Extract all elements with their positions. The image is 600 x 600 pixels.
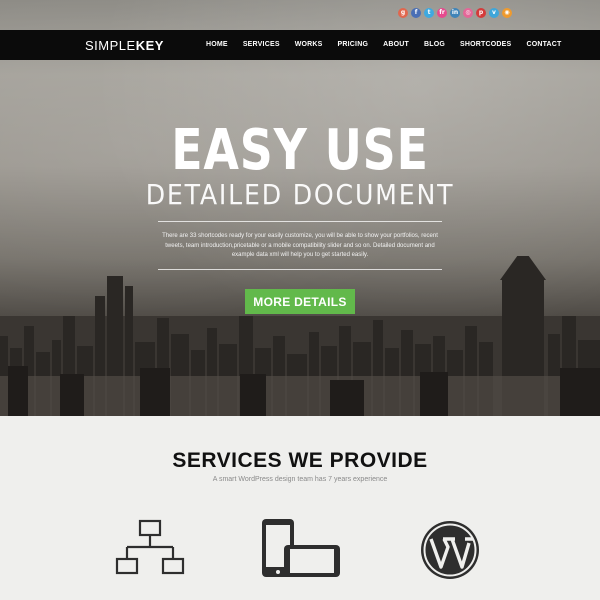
facebook-icon[interactable]: f bbox=[411, 8, 421, 18]
wordpress-icon bbox=[421, 521, 479, 579]
hero-description: There are 33 shortcodes ready for your e… bbox=[162, 233, 438, 258]
sitemap-icon bbox=[115, 519, 185, 575]
vimeo-icon[interactable]: v bbox=[489, 8, 499, 18]
services-title: SERVICES WE PROVIDE bbox=[172, 449, 428, 472]
nav-item-about[interactable]: ABOUT bbox=[383, 41, 409, 48]
logo-bold-text: KEY bbox=[135, 38, 164, 53]
nav-item-contact[interactable]: CONTACT bbox=[526, 41, 561, 48]
linkedin-icon[interactable]: in bbox=[450, 8, 460, 18]
site-logo[interactable]: SIMPLEKEY bbox=[85, 38, 164, 53]
nav-item-services[interactable]: SERVICES bbox=[243, 41, 280, 48]
mobile-devices-icon bbox=[262, 519, 340, 577]
city-skyline-image bbox=[0, 256, 600, 416]
services-subtitle: A smart WordPress design team has 7 year… bbox=[212, 476, 388, 483]
hero-title: EASY USE bbox=[171, 118, 429, 183]
hero-divider-bottom bbox=[158, 269, 442, 270]
more-details-button[interactable]: MORE DETAILS bbox=[245, 289, 355, 314]
logo-light-text: SIMPLE bbox=[85, 38, 136, 53]
dribbble-icon[interactable]: ◎ bbox=[463, 8, 473, 18]
rss-icon[interactable]: ◉ bbox=[502, 8, 512, 18]
nav-item-blog[interactable]: BLOG bbox=[424, 41, 445, 48]
hero-divider-top bbox=[158, 221, 442, 222]
social-icons: g f t fr in ◎ p v ◉ bbox=[398, 8, 512, 18]
nav-menu: HOME SERVICES WORKS PRICING ABOUT BLOG S… bbox=[206, 41, 577, 48]
twitter-icon[interactable]: t bbox=[424, 8, 434, 18]
nav-item-pricing[interactable]: PRICING bbox=[338, 41, 369, 48]
googleplus-icon[interactable]: g bbox=[398, 8, 408, 18]
pinterest-icon[interactable]: p bbox=[476, 8, 486, 18]
nav-item-home[interactable]: HOME bbox=[206, 41, 228, 48]
hero-subtitle: DETAILED DOCUMENT bbox=[145, 178, 455, 211]
main-navbar: SIMPLEKEY HOME SERVICES WORKS PRICING AB… bbox=[0, 30, 600, 60]
flickr-icon[interactable]: fr bbox=[437, 8, 447, 18]
nav-item-shortcodes[interactable]: SHORTCODES bbox=[460, 41, 511, 48]
nav-item-works[interactable]: WORKS bbox=[295, 41, 323, 48]
